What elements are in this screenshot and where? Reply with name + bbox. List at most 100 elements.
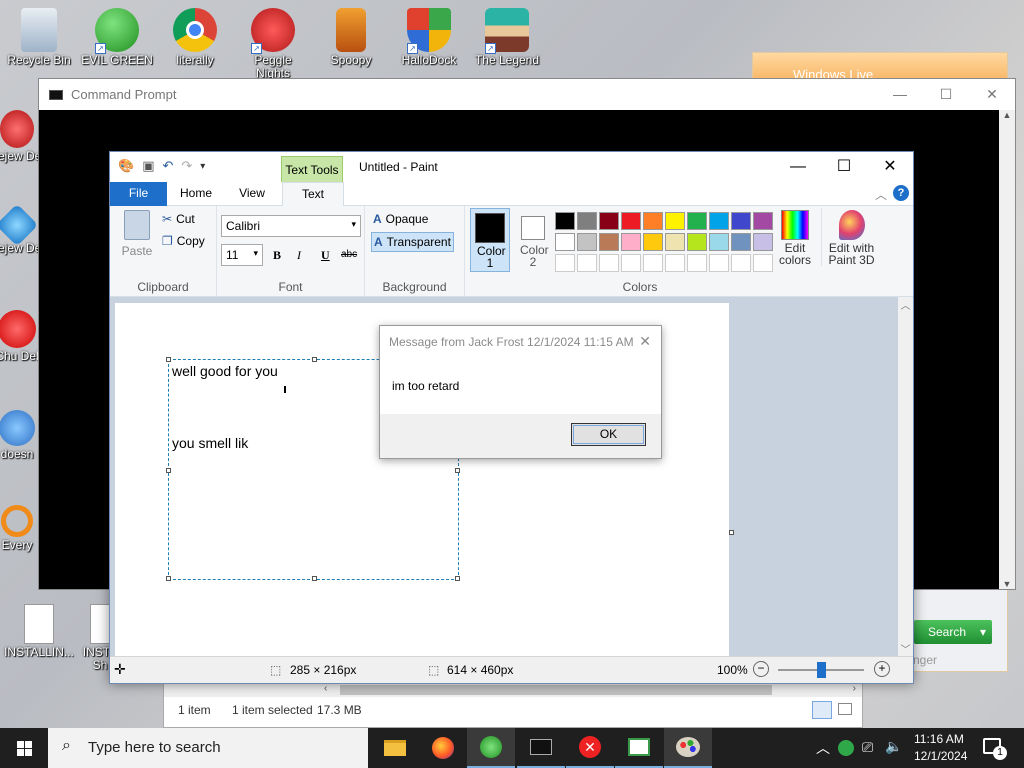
redo-icon[interactable]: ↷ bbox=[181, 158, 192, 174]
custom-color-slot[interactable] bbox=[665, 254, 685, 272]
resize-handle-w[interactable] bbox=[166, 468, 171, 473]
color-swatch[interactable] bbox=[687, 233, 707, 251]
color-swatch[interactable] bbox=[753, 212, 773, 230]
color1-button[interactable]: Color 1 bbox=[470, 208, 510, 272]
canvas-vscrollbar[interactable]: ︿ ﹀ bbox=[898, 297, 913, 658]
desktop-icon-installing[interactable]: INSTALLIN... bbox=[2, 604, 76, 659]
taskbar-command-prompt[interactable] bbox=[517, 728, 565, 768]
edit-colors-button[interactable]: Edit colors bbox=[772, 208, 818, 266]
resize-handle-nw[interactable] bbox=[166, 357, 171, 362]
desktop-icon-recycle-bin[interactable]: Recycle Bin bbox=[2, 8, 76, 67]
messenger-tray-icon[interactable] bbox=[838, 740, 854, 756]
custom-color-slot[interactable] bbox=[709, 254, 729, 272]
italic-button[interactable]: I bbox=[297, 248, 301, 263]
taskbar-error-app[interactable]: ✕ bbox=[566, 728, 614, 768]
tab-home[interactable]: Home bbox=[170, 182, 222, 206]
color-swatch[interactable] bbox=[687, 212, 707, 230]
taskbar-messenger[interactable] bbox=[467, 728, 515, 768]
minimize-button[interactable]: — bbox=[877, 79, 923, 110]
tab-view[interactable]: View bbox=[226, 182, 278, 206]
desktop-icon-hallodock[interactable]: ↗ HalloDock bbox=[392, 8, 466, 67]
color-swatch[interactable] bbox=[555, 233, 575, 251]
custom-color-slot[interactable] bbox=[643, 254, 663, 272]
color-swatch[interactable] bbox=[731, 212, 751, 230]
edit-with-paint3d-button[interactable]: Edit with Paint 3D bbox=[821, 208, 881, 266]
scroll-up-icon[interactable]: ▲ bbox=[999, 110, 1015, 120]
strikethrough-button[interactable]: abc bbox=[341, 249, 357, 260]
color-swatch[interactable] bbox=[621, 233, 641, 251]
color-swatch[interactable] bbox=[753, 233, 773, 251]
ok-button[interactable]: OK bbox=[571, 423, 646, 446]
desktop-icon-spoopy[interactable]: Spoopy bbox=[314, 8, 388, 67]
custom-color-slot[interactable] bbox=[599, 254, 619, 272]
transparent-button[interactable]: A Transparent bbox=[371, 232, 454, 252]
scroll-down-icon[interactable]: ﹀ bbox=[898, 641, 913, 656]
canvas-resize-handle-right[interactable] bbox=[729, 530, 734, 535]
close-button[interactable]: ✕ bbox=[639, 333, 651, 350]
resize-handle-e[interactable] bbox=[455, 468, 460, 473]
color-swatch[interactable] bbox=[665, 233, 685, 251]
network-icon[interactable]: ⎚ bbox=[862, 739, 873, 756]
taskbar-file-explorer[interactable] bbox=[371, 728, 419, 768]
show-hidden-icons-button[interactable]: ︿ bbox=[816, 738, 830, 758]
color-swatch[interactable] bbox=[709, 233, 729, 251]
close-button[interactable]: ✕ bbox=[867, 152, 913, 182]
scroll-right-icon[interactable]: › bbox=[853, 683, 856, 694]
message-dialog[interactable]: Message from Jack Frost 12/1/2024 11:15 … bbox=[379, 325, 662, 459]
font-size-select[interactable]: 11 ▾ bbox=[221, 244, 263, 266]
copy-button[interactable]: ❐ Copy bbox=[162, 234, 205, 248]
resize-handle-sw[interactable] bbox=[166, 576, 171, 581]
scroll-down-icon[interactable]: ▼ bbox=[999, 579, 1015, 589]
taskbar-firefox[interactable] bbox=[419, 728, 467, 768]
color-swatch[interactable] bbox=[555, 212, 575, 230]
color-swatch[interactable] bbox=[643, 233, 663, 251]
color-swatch[interactable] bbox=[665, 212, 685, 230]
color-swatch[interactable] bbox=[731, 233, 751, 251]
taskbar-search-box[interactable]: ⌕ Type here to search bbox=[48, 728, 368, 768]
save-icon[interactable]: ▣ bbox=[142, 158, 154, 174]
font-family-select[interactable]: Calibri ▾ bbox=[221, 215, 361, 237]
resize-handle-n[interactable] bbox=[312, 357, 317, 362]
color-swatch[interactable] bbox=[577, 233, 597, 251]
message-titlebar[interactable]: Message from Jack Frost 12/1/2024 11:15 … bbox=[380, 326, 661, 357]
paint-titlebar[interactable]: 🎨 ▣ ↶ ↷ ▾ Text Tools Untitled - Paint — … bbox=[110, 152, 913, 182]
desktop-icon-evil-green[interactable]: ↗ EVIL GREEN bbox=[80, 8, 154, 67]
zoom-in-button[interactable]: + bbox=[874, 661, 890, 677]
color-swatch[interactable] bbox=[709, 212, 729, 230]
cut-button[interactable]: ✂ Cut bbox=[162, 212, 195, 226]
clock-time[interactable]: 11:16 AM bbox=[914, 732, 964, 746]
color-swatch[interactable] bbox=[599, 212, 619, 230]
undo-icon[interactable]: ↶ bbox=[162, 158, 173, 174]
scroll-left-icon[interactable]: ‹ bbox=[324, 683, 327, 694]
custom-color-slot[interactable] bbox=[555, 254, 575, 272]
custom-color-slot[interactable] bbox=[753, 254, 773, 272]
opaque-button[interactable]: A Opaque bbox=[373, 212, 428, 226]
resize-handle-s[interactable] bbox=[312, 576, 317, 581]
custom-color-slot[interactable] bbox=[687, 254, 707, 272]
command-prompt-titlebar[interactable]: Command Prompt — ☐ ✕ bbox=[39, 79, 1015, 110]
custom-color-slot[interactable] bbox=[731, 254, 751, 272]
start-button[interactable] bbox=[0, 728, 48, 768]
close-button[interactable]: ✕ bbox=[969, 79, 1015, 110]
notification-center-button[interactable]: 1 bbox=[983, 738, 1007, 760]
zoom-slider-thumb[interactable] bbox=[817, 662, 826, 678]
details-view-icon[interactable] bbox=[812, 701, 832, 719]
cmd-scrollbar[interactable]: ▲ ▼ bbox=[999, 110, 1015, 589]
custom-color-slot[interactable] bbox=[577, 254, 597, 272]
zoom-out-button[interactable]: − bbox=[753, 661, 769, 677]
tab-text[interactable]: Text bbox=[282, 182, 344, 207]
volume-icon[interactable]: 🔈 bbox=[885, 738, 902, 755]
resize-handle-se[interactable] bbox=[455, 576, 460, 581]
underline-button[interactable]: U bbox=[321, 248, 330, 263]
explorer-hscrollbar[interactable]: ‹ › bbox=[164, 683, 862, 697]
paste-button[interactable]: Paste bbox=[118, 210, 156, 258]
desktop-icon-the-legend[interactable]: ↗ The Legend bbox=[470, 8, 544, 67]
custom-color-slot[interactable] bbox=[621, 254, 641, 272]
scroll-up-icon[interactable]: ︿ bbox=[898, 297, 913, 312]
maximize-button[interactable]: ☐ bbox=[821, 152, 867, 182]
minimize-button[interactable]: — bbox=[775, 152, 821, 182]
desktop-icon-literally[interactable]: literally bbox=[158, 8, 232, 67]
collapse-ribbon-icon[interactable]: ︿ bbox=[875, 186, 887, 203]
customize-qat-icon[interactable]: ▾ bbox=[200, 161, 205, 172]
color-swatch[interactable] bbox=[643, 212, 663, 230]
